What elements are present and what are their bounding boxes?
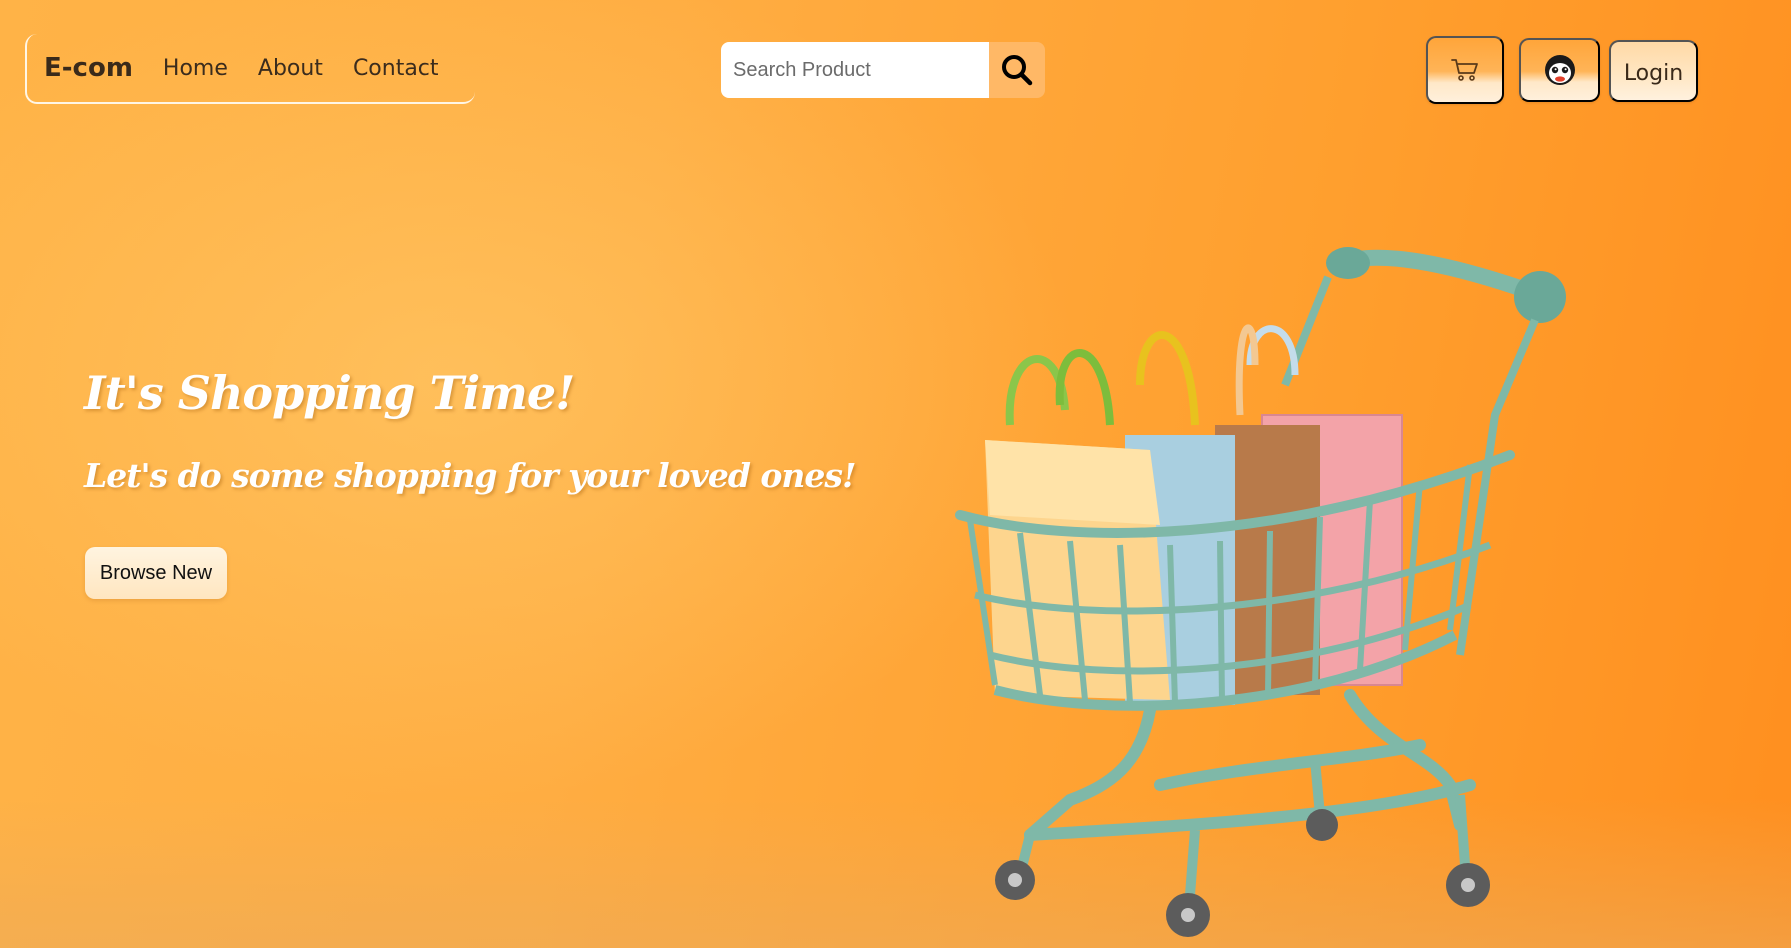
brand-logo[interactable]: E-com xyxy=(44,53,133,83)
cart-button[interactable] xyxy=(1426,36,1504,104)
search-input[interactable] xyxy=(721,42,989,98)
hero-subtitle: Let's do some shopping for your loved on… xyxy=(84,456,856,495)
nav-link-home[interactable]: Home xyxy=(163,56,228,81)
cart-icon xyxy=(1451,59,1478,81)
nav-link-about[interactable]: About xyxy=(258,56,323,81)
login-button[interactable]: Login xyxy=(1609,40,1698,102)
browse-new-button[interactable]: Browse New xyxy=(85,547,227,599)
search-button[interactable] xyxy=(989,42,1045,98)
shopping-cart-illustration xyxy=(955,247,1566,937)
profile-button[interactable] xyxy=(1519,38,1600,102)
avatar-icon xyxy=(1544,55,1575,85)
search-icon xyxy=(1002,55,1033,86)
main-nav: E-com Home About Contact xyxy=(25,34,475,104)
hero-title: It's Shopping Time! xyxy=(84,366,575,420)
search-bar xyxy=(721,42,1045,98)
nav-link-contact[interactable]: Contact xyxy=(353,56,439,81)
